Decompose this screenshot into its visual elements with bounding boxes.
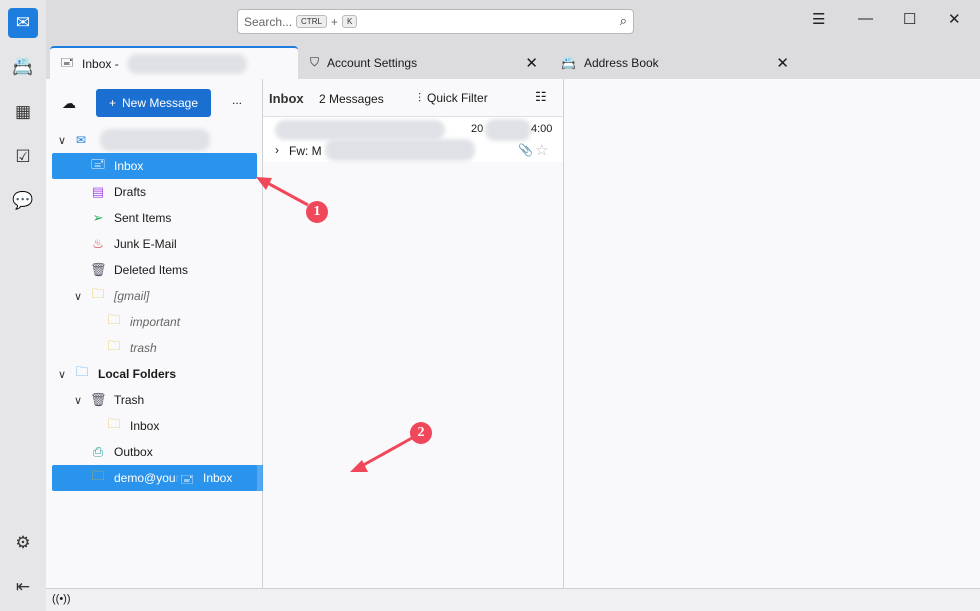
annotation-badge-1: 1 [306, 201, 328, 223]
annotation-arrows [256, 177, 413, 472]
arrow-2 [357, 436, 413, 470]
arrow-2-head [350, 460, 368, 472]
annotation-badge-2: 2 [410, 422, 432, 444]
